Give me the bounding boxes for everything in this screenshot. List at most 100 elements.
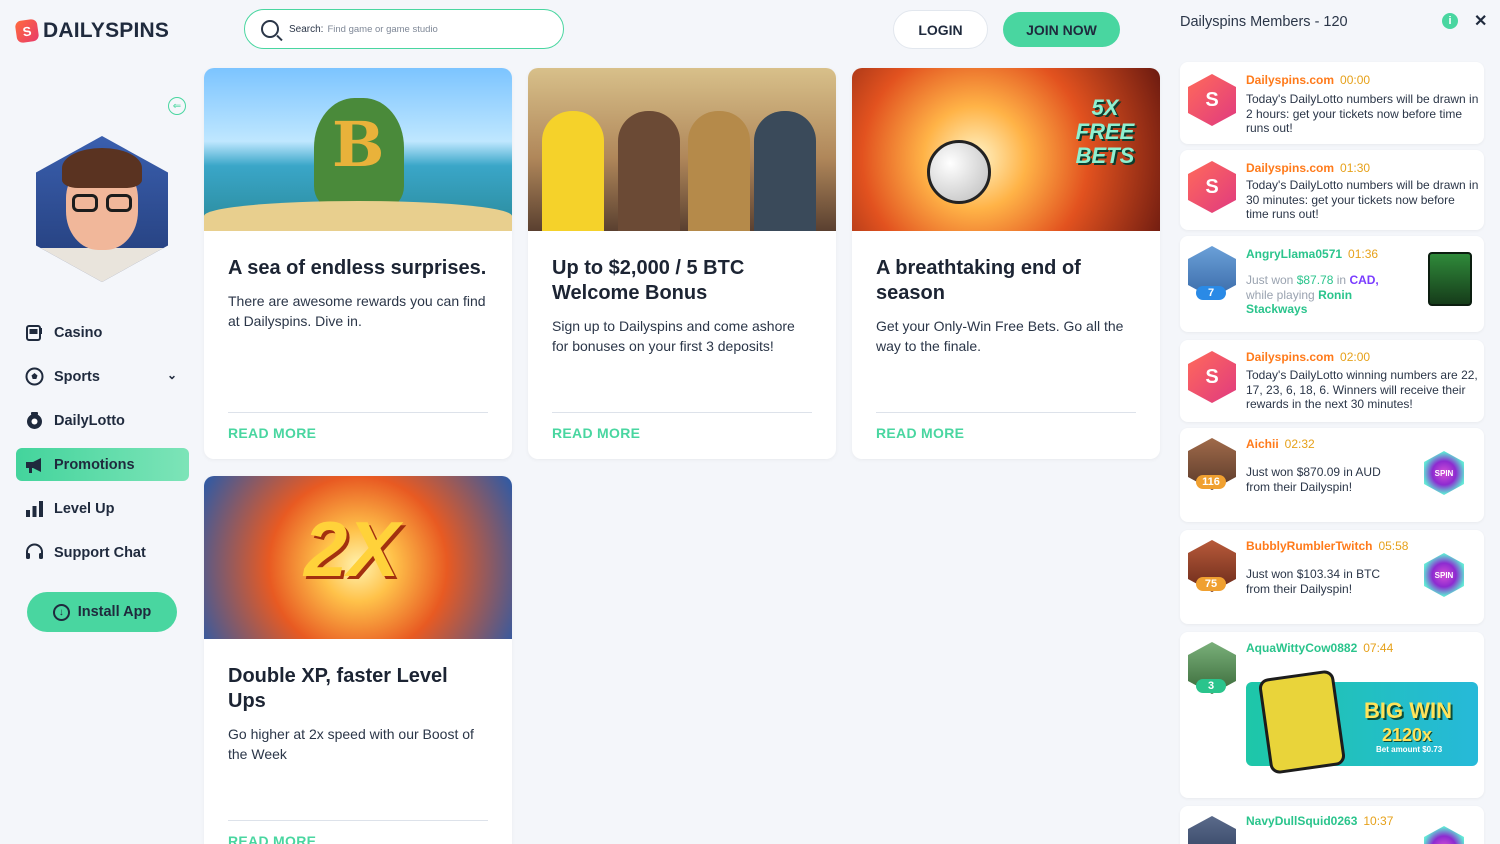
install-app-button[interactable]: ↓ Install App bbox=[27, 592, 177, 632]
promo-image-football: 5X FREE BETS bbox=[852, 68, 1160, 231]
feed-time: 02:00 bbox=[1340, 350, 1371, 364]
lotto-icon bbox=[24, 411, 44, 431]
sidebar-item-dailylotto[interactable]: DailyLotto bbox=[16, 404, 189, 437]
feed-item: S Dailyspins.com 00:00 Today's DailyLotto… bbox=[1180, 62, 1484, 144]
search-label: Search: bbox=[289, 23, 324, 35]
big-win-multiplier: 2120x bbox=[1382, 725, 1433, 745]
promo-image-pirates bbox=[528, 68, 836, 231]
promo-card[interactable]: B A sea of endless surprises. There are … bbox=[204, 68, 512, 459]
feed-text: Today's DailyLotto numbers will be drawn… bbox=[1246, 92, 1479, 135]
feed-time: 02:32 bbox=[1284, 437, 1315, 451]
promo-image-island: B bbox=[204, 68, 512, 231]
feed-author[interactable]: AngryLlama0571 01:36 bbox=[1246, 247, 1378, 261]
promo-description: Get your Only-Win Free Bets. Go all the … bbox=[876, 318, 1124, 354]
feed-author[interactable]: BubblyRumblerTwitch 05:58 bbox=[1246, 539, 1408, 553]
sidebar-item-label: Level Up bbox=[54, 500, 115, 517]
promo-art-text: 2X bbox=[304, 505, 400, 593]
promo-card[interactable]: 2X Double XP, faster Level Ups Go higher… bbox=[204, 476, 512, 844]
read-more-link[interactable]: READ MORE bbox=[876, 425, 964, 441]
feed-author[interactable]: Aichii 02:32 bbox=[1246, 437, 1315, 451]
login-button[interactable]: LOGIN bbox=[893, 10, 988, 49]
feed-time: 01:36 bbox=[1348, 247, 1379, 261]
download-icon: ↓ bbox=[52, 603, 70, 621]
sidebar-item-label: Casino bbox=[54, 324, 103, 341]
dailyspins-logo-icon: S bbox=[1188, 351, 1236, 403]
feed-time: 01:30 bbox=[1340, 161, 1371, 175]
sidebar-item-level-up[interactable]: Level Up bbox=[16, 492, 189, 525]
sidebar-item-promotions[interactable]: Promotions bbox=[16, 448, 189, 481]
avatar bbox=[36, 136, 168, 282]
promo-title: Up to $2,000 / 5 BTC Welcome Bonus bbox=[552, 257, 745, 304]
promo-title: A breathtaking end of season bbox=[876, 257, 1081, 304]
close-icon[interactable]: ✕ bbox=[1474, 11, 1487, 31]
big-win-bet: Bet amount $0.73 bbox=[1376, 745, 1443, 754]
feed-author[interactable]: AquaWittyCow0882 07:44 bbox=[1246, 641, 1393, 655]
read-more-link[interactable]: READ MORE bbox=[552, 425, 640, 441]
sidebar-item-sports[interactable]: Sports ⌄ bbox=[16, 360, 189, 393]
sidebar-item-label: Promotions bbox=[54, 456, 135, 473]
big-win-title: BIG WIN bbox=[1364, 698, 1452, 723]
brand-logo[interactable]: S DAILYSPINS bbox=[14, 18, 170, 44]
feed-time: 07:44 bbox=[1363, 641, 1394, 655]
feed-item: 75 BubblyRumblerTwitch 05:58 Just won $10… bbox=[1180, 530, 1484, 624]
spin-icon: SPIN bbox=[1424, 451, 1464, 495]
user-avatar bbox=[1188, 816, 1236, 844]
promo-title: Double XP, faster Level Ups bbox=[228, 665, 448, 712]
feed-text: Today's DailyLotto winning numbers are 2… bbox=[1246, 368, 1478, 411]
feed-text: Today's DailyLotto numbers will be drawn… bbox=[1246, 178, 1479, 221]
bar-chart-icon bbox=[24, 499, 44, 519]
feed-author: Dailyspins.com 00:00 bbox=[1246, 73, 1371, 87]
sidebar: S DAILYSPINS ⇐ Casino Sports ⌄ DailyLott… bbox=[0, 0, 200, 844]
dailyspins-logo-icon: S bbox=[1188, 74, 1236, 126]
brand-name: DAILYSPINS bbox=[43, 19, 170, 42]
promo-image-2x: 2X bbox=[204, 476, 512, 639]
promo-card[interactable]: Up to $2,000 / 5 BTC Welcome Bonus Sign … bbox=[528, 68, 836, 459]
game-thumbnail[interactable] bbox=[1428, 252, 1472, 306]
soccer-ball-icon bbox=[24, 367, 44, 387]
sidebar-item-label: Support Chat bbox=[54, 544, 146, 561]
divider bbox=[876, 412, 1136, 413]
info-icon[interactable]: i bbox=[1442, 13, 1458, 29]
promo-card[interactable]: 5X FREE BETS A breathtaking end of seaso… bbox=[852, 68, 1160, 459]
read-more-link[interactable]: READ MORE bbox=[228, 833, 316, 844]
divider bbox=[552, 412, 812, 413]
game-character bbox=[1257, 669, 1347, 775]
feed-item: 3 AquaWittyCow0882 07:44 BIG WIN 2120x Be… bbox=[1180, 632, 1484, 798]
feed-item: S Dailyspins.com 02:00 Today's DailyLotto… bbox=[1180, 340, 1484, 422]
sidebar-item-label: DailyLotto bbox=[54, 412, 125, 429]
level-badge: 3 bbox=[1196, 679, 1226, 693]
feed-text: Just won $87.78 in CAD, while playing Ro… bbox=[1246, 273, 1379, 316]
install-app-label: Install App bbox=[77, 604, 152, 620]
dailyspins-logo-icon: S bbox=[1188, 161, 1236, 213]
chevron-down-icon[interactable]: ⌄ bbox=[167, 368, 177, 382]
collapse-sidebar-icon[interactable]: ⇐ bbox=[168, 97, 186, 115]
logo-mark-icon: S bbox=[14, 18, 40, 44]
promo-art-text: 5X FREE BETS bbox=[1075, 95, 1135, 168]
promo-title: A sea of endless surprises. bbox=[228, 257, 487, 279]
feed-author[interactable]: NavyDullSquid0263 10:37 bbox=[1246, 814, 1393, 828]
promo-description: Sign up to Dailyspins and come ashore fo… bbox=[552, 318, 795, 354]
search-placeholder: Find game or game studio bbox=[327, 23, 438, 35]
feed-item: 116 Aichii 02:32 Just won $870.09 in AUD … bbox=[1180, 428, 1484, 522]
divider bbox=[228, 412, 488, 413]
feed-author: Dailyspins.com 01:30 bbox=[1246, 161, 1371, 175]
level-badge: 7 bbox=[1196, 286, 1226, 300]
slot-machine-icon bbox=[24, 323, 44, 343]
search-icon bbox=[261, 20, 279, 38]
headset-icon bbox=[24, 543, 44, 563]
spin-icon bbox=[1424, 826, 1464, 844]
sidebar-item-casino[interactable]: Casino bbox=[16, 316, 189, 349]
sidebar-item-support-chat[interactable]: Support Chat bbox=[16, 536, 189, 569]
feed-time: 05:58 bbox=[1378, 539, 1409, 553]
join-now-button[interactable]: JOIN NOW bbox=[1003, 12, 1120, 47]
sidebar-nav: Casino Sports ⌄ DailyLotto Promotions Le… bbox=[16, 316, 189, 580]
search-input[interactable]: Search: Find game or game studio bbox=[244, 9, 564, 49]
feed-item: S Dailyspins.com 01:30 Today's DailyLotto… bbox=[1180, 150, 1484, 230]
megaphone-icon bbox=[24, 455, 44, 475]
promo-description: There are awesome rewards you can find a… bbox=[228, 293, 486, 329]
feed-item: NavyDullSquid0263 10:37 bbox=[1180, 806, 1484, 844]
level-badge: 116 bbox=[1196, 475, 1226, 489]
big-win-banner[interactable]: BIG WIN 2120x Bet amount $0.73 bbox=[1246, 669, 1478, 775]
feed-text: Just won $103.34 in BTC from their Daily… bbox=[1246, 567, 1381, 596]
read-more-link[interactable]: READ MORE bbox=[228, 425, 316, 441]
